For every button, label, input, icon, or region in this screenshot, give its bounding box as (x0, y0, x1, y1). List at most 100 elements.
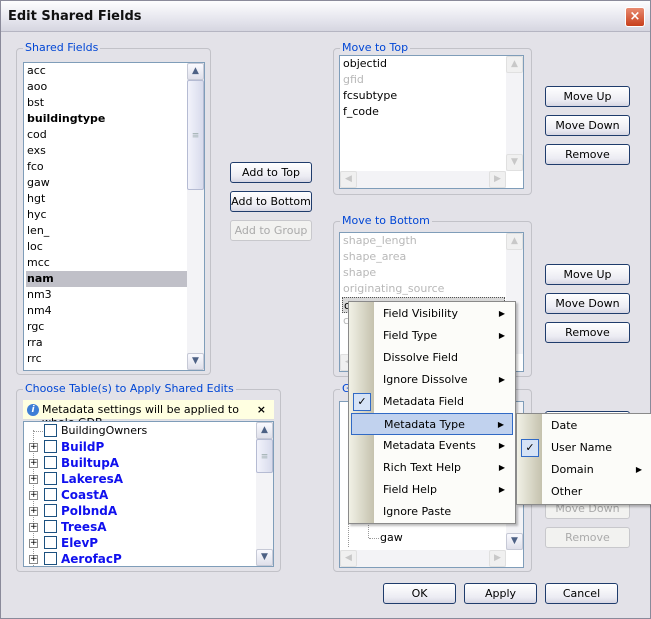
move-down-button[interactable]: Move Down (545, 115, 630, 136)
scroll-down-icon[interactable]: ▼ (256, 549, 273, 566)
add-to-top-button[interactable]: Add to Top (230, 162, 312, 183)
list-item[interactable]: objectid (342, 56, 505, 72)
list-item[interactable]: len_ (26, 223, 187, 239)
menu-item-date[interactable]: Date (519, 415, 650, 437)
expand-icon[interactable]: + (29, 475, 38, 484)
list-item[interactable]: loc (26, 239, 187, 255)
tables-tree[interactable]: ▲ ≡ ▼ BuildingOwners + BuildP + BuiltupA + Lak… (23, 421, 274, 567)
tree-row[interactable]: + AerofacP (24, 551, 254, 566)
menu-item-domain[interactable]: Domain ▶ (519, 459, 650, 481)
menu-item-ignore-paste[interactable]: Ignore Paste (351, 501, 513, 523)
list-item[interactable]: bst (26, 95, 187, 111)
list-item[interactable]: aoo (26, 79, 187, 95)
scroll-left-icon[interactable]: ◀ (340, 171, 357, 188)
checkbox[interactable] (44, 536, 57, 549)
tree-row[interactable]: + PolbndA (24, 503, 254, 519)
expand-icon[interactable]: + (29, 443, 38, 452)
add-to-bottom-button[interactable]: Add to Bottom (230, 191, 312, 212)
vertical-scrollbar[interactable]: ▲ ≡ ▼ (187, 63, 204, 370)
list-item[interactable]: shape (342, 265, 505, 281)
list-item[interactable]: fcsubtype (342, 88, 505, 104)
tree-row[interactable]: + TreesA (24, 519, 254, 535)
list-item[interactable]: gfid (342, 72, 505, 88)
scroll-up-icon[interactable]: ▲ (256, 422, 273, 439)
table-name[interactable]: AerofacP (61, 551, 122, 566)
checkbox[interactable] (44, 424, 57, 437)
expand-icon[interactable]: + (29, 539, 38, 548)
move-down-button[interactable]: Move Down (545, 293, 630, 314)
table-name[interactable]: BuildP (61, 439, 104, 455)
tree-item[interactable]: gaw (380, 530, 403, 546)
tree-row[interactable]: + ElevP (24, 535, 254, 551)
table-name[interactable]: BuildingOwners (61, 423, 147, 439)
horizontal-scrollbar[interactable]: ◀ ▶ (340, 550, 506, 567)
scroll-up-icon[interactable]: ▲ (187, 63, 204, 80)
scroll-down-icon[interactable]: ▼ (506, 154, 523, 171)
menu-item-metadata-events[interactable]: Metadata Events ▶ (351, 435, 513, 457)
horizontal-scrollbar[interactable]: ◀ ▶ (340, 171, 506, 188)
move-to-top-list[interactable]: ▲ ▼ ◀ ▶ objectid gfid fcsubtype f_code (339, 55, 524, 189)
table-name[interactable]: PolbndA (61, 503, 117, 519)
checkbox[interactable] (44, 472, 57, 485)
tree-row[interactable]: + LakeresA (24, 471, 254, 487)
list-item[interactable]: nam (26, 271, 187, 287)
list-item[interactable]: shape_area (342, 249, 505, 265)
tree-row[interactable]: + BuiltupA (24, 455, 254, 471)
list-item[interactable]: cod (26, 127, 187, 143)
list-item[interactable]: mcc (26, 255, 187, 271)
menu-item-ignore-dissolve[interactable]: Ignore Dissolve ▶ (351, 369, 513, 391)
menu-item-other[interactable]: Other (519, 481, 650, 503)
menu-item-rich-text-help[interactable]: Rich Text Help ▶ (351, 457, 513, 479)
menu-item-metadata-type[interactable]: Metadata Type ▶ (351, 413, 513, 435)
scroll-thumb[interactable]: ≡ (187, 80, 204, 190)
tree-row[interactable]: + CoastA (24, 487, 254, 503)
expand-icon[interactable]: + (29, 491, 38, 500)
vertical-scrollbar[interactable]: ▲ ≡ ▼ (256, 422, 273, 566)
table-name[interactable]: TreesA (61, 519, 107, 535)
menu-item-user-name[interactable]: ✓ User Name (519, 437, 650, 459)
scroll-thumb[interactable]: ≡ (256, 439, 273, 473)
list-item[interactable]: buildingtype (26, 111, 187, 127)
ok-button[interactable]: OK (383, 583, 456, 604)
expand-icon[interactable]: + (29, 459, 38, 468)
list-item[interactable]: exs (26, 143, 187, 159)
menu-item-field-help[interactable]: Field Help ▶ (351, 479, 513, 501)
checkbox[interactable] (44, 456, 57, 469)
shared-fields-list[interactable]: ▲ ≡ ▼ acc aoo bst buildingtype cod exs fco gaw h… (23, 62, 205, 371)
list-item[interactable]: nm3 (26, 287, 187, 303)
scroll-down-icon[interactable]: ▼ (187, 353, 204, 370)
list-item[interactable]: rgc (26, 319, 187, 335)
expand-icon[interactable]: + (29, 507, 38, 516)
list-item[interactable]: acc (26, 63, 187, 79)
scroll-down-icon[interactable]: ▼ (506, 533, 523, 550)
scroll-right-icon[interactable]: ▶ (489, 550, 506, 567)
checkbox[interactable] (44, 488, 57, 501)
scroll-right-icon[interactable]: ▶ (489, 171, 506, 188)
move-up-button[interactable]: Move Up (545, 264, 630, 285)
close-button[interactable]: × (625, 7, 645, 27)
list-item[interactable]: rrc (26, 351, 187, 367)
table-name[interactable]: CoastA (61, 487, 108, 503)
table-name[interactable]: BuiltupA (61, 455, 119, 471)
remove-button[interactable]: Remove (545, 322, 630, 343)
checkbox[interactable] (44, 552, 57, 565)
tree-row[interactable]: + BuildP (24, 439, 254, 455)
table-name[interactable]: ElevP (61, 535, 98, 551)
scroll-up-icon[interactable]: ▲ (506, 56, 523, 73)
apply-button[interactable]: Apply (464, 583, 537, 604)
list-item[interactable]: f_code (342, 104, 505, 120)
scroll-up-icon[interactable]: ▲ (506, 233, 523, 250)
table-name[interactable]: LakeresA (61, 471, 123, 487)
expand-icon[interactable]: + (29, 523, 38, 532)
checkbox[interactable] (44, 504, 57, 517)
list-item[interactable]: originating_source (342, 281, 505, 297)
scroll-left-icon[interactable]: ◀ (340, 550, 357, 567)
cancel-button[interactable]: Cancel (545, 583, 618, 604)
list-item[interactable]: nm4 (26, 303, 187, 319)
remove-button[interactable]: Remove (545, 144, 630, 165)
expand-icon[interactable]: + (29, 555, 38, 564)
list-item[interactable]: gaw (26, 175, 187, 191)
list-item[interactable]: shape_length (342, 233, 505, 249)
list-item[interactable]: fco (26, 159, 187, 175)
tree-row[interactable]: BuildingOwners (24, 423, 254, 439)
